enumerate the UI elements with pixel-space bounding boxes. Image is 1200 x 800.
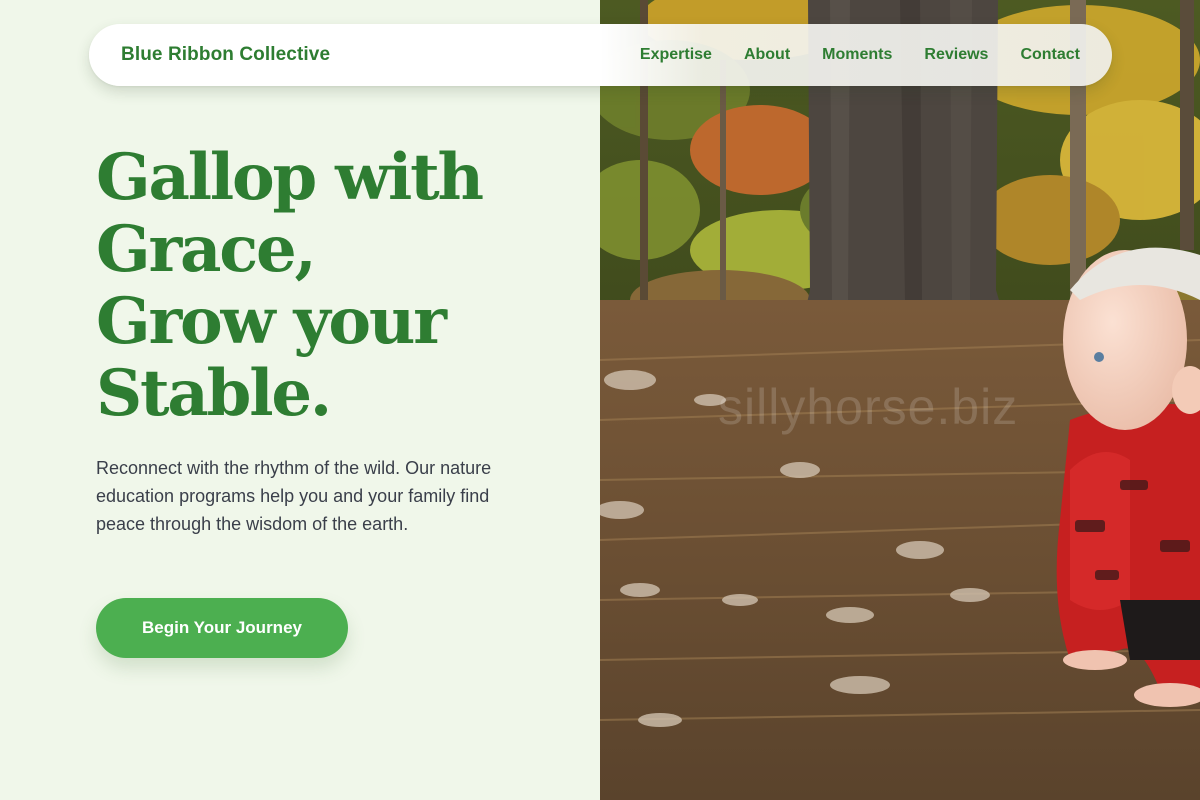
brand-logo-text[interactable]: Blue Ribbon Collective — [121, 44, 330, 66]
hero-subtext: Reconnect with the rhythm of the wild. O… — [96, 458, 492, 534]
top-nav-bar: Blue Ribbon Collective Expertise About M… — [89, 24, 1112, 86]
nav-link-about[interactable]: About — [744, 46, 790, 64]
nav-link-reviews[interactable]: Reviews — [924, 46, 988, 64]
hero-photo-illustration — [600, 0, 1200, 800]
nav-links: Expertise About Moments Reviews Contact — [640, 46, 1080, 64]
nav-link-contact[interactable]: Contact — [1020, 46, 1080, 64]
begin-journey-button[interactable]: Begin Your Journey — [96, 598, 348, 658]
nav-link-expertise[interactable]: Expertise — [640, 46, 712, 64]
baby-figure — [1056, 247, 1200, 707]
nav-link-moments[interactable]: Moments — [822, 46, 892, 64]
hero-photo — [600, 0, 1200, 800]
hero-section: Gallop with Grace, Grow your Stable. Rec… — [96, 142, 566, 538]
hero-headline: Gallop with Grace, Grow your Stable. — [96, 140, 484, 431]
